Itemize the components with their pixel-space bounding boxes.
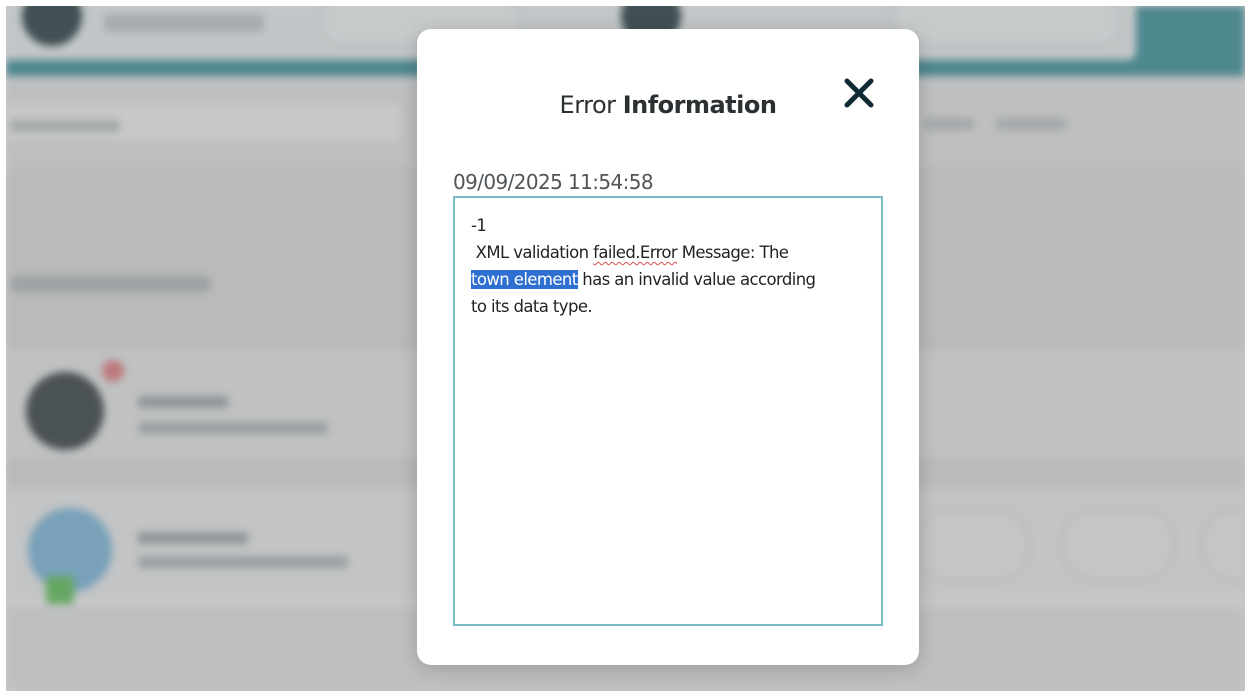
dialog-title-bold: Information	[622, 91, 777, 119]
spellcheck-word: failed.Error	[593, 243, 678, 262]
error-line-2: town element has an invalid value accord…	[471, 266, 865, 293]
error-line-1-pre: XML validation	[471, 243, 594, 262]
error-information-dialog: Error Information 09/09/2025 11:54:58 -1…	[417, 29, 919, 665]
error-line-1: XML validation failed.Error Message: The	[471, 239, 865, 266]
error-line-1-post: Message: The	[677, 243, 789, 262]
error-code: -1	[471, 216, 487, 235]
close-icon	[844, 78, 874, 108]
error-timestamp: 09/09/2025 11:54:58	[453, 170, 654, 194]
error-line-3: to its data type.	[471, 297, 593, 316]
dialog-title-light: Error	[559, 91, 617, 119]
error-line-2-post: has an invalid value according	[577, 270, 816, 289]
close-button[interactable]	[841, 75, 877, 111]
selected-text: town element	[471, 270, 578, 289]
error-message-textarea[interactable]: -1 XML validation failed.Error Message: …	[453, 196, 883, 626]
